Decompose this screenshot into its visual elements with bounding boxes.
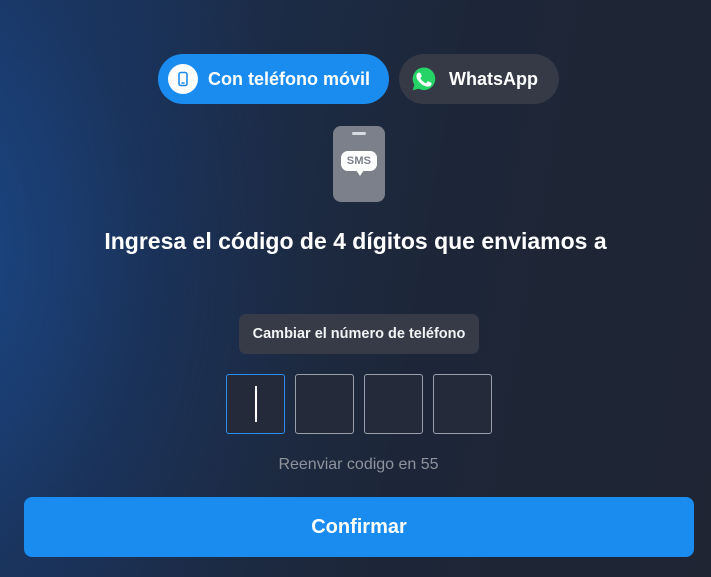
code-digit-2[interactable]: [295, 374, 354, 434]
code-input-group: [226, 374, 492, 434]
sms-phone-icon: SMS: [333, 126, 385, 202]
code-digit-3[interactable]: [364, 374, 423, 434]
whatsapp-icon: [409, 64, 439, 94]
confirm-button[interactable]: Confirmar: [24, 497, 694, 557]
tab-whatsapp[interactable]: WhatsApp: [399, 54, 559, 104]
sms-bubble: SMS: [341, 151, 377, 176]
code-digit-4[interactable]: [433, 374, 492, 434]
login-method-tabs: Con teléfono móvil WhatsApp: [158, 54, 559, 104]
tab-whatsapp-label: WhatsApp: [449, 68, 538, 89]
page-title: Ingresa el código de 4 dígitos que envia…: [104, 228, 607, 254]
resend-countdown: Reenviar codigo en 55: [278, 456, 439, 473]
phone-speaker: [352, 132, 366, 135]
text-caret: [255, 386, 257, 422]
code-digit-1[interactable]: [226, 374, 285, 434]
tab-mobile-phone-label: Con teléfono móvil: [208, 68, 370, 89]
change-phone-number-button[interactable]: Cambiar el número de teléfono: [239, 314, 479, 354]
tab-mobile-phone[interactable]: Con teléfono móvil: [158, 54, 389, 104]
phone-icon: [168, 64, 198, 94]
